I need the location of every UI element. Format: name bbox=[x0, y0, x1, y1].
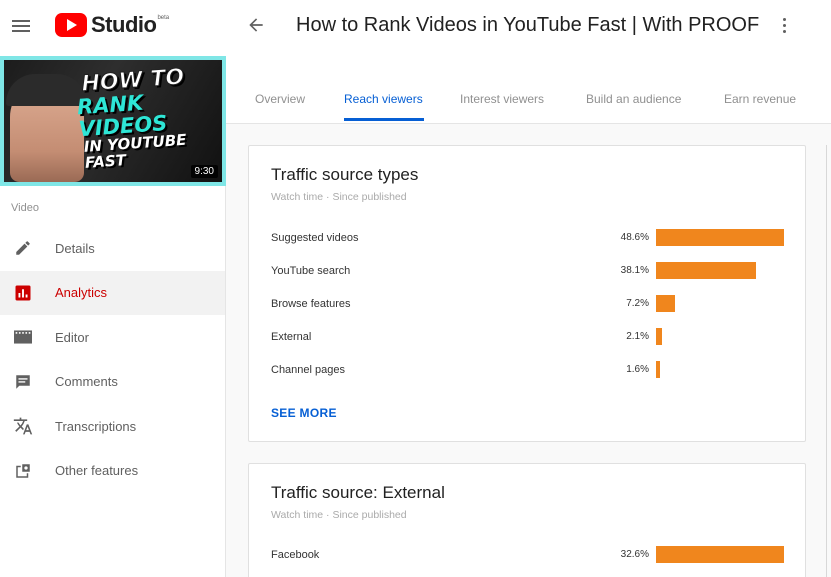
traffic-source-types-card: Traffic source types Watch time · Since … bbox=[248, 145, 806, 442]
analytics-icon bbox=[12, 282, 34, 304]
top-bar: Studio beta How to Rank Videos in YouTub… bbox=[0, 0, 831, 56]
active-tab-indicator bbox=[344, 118, 424, 121]
sidebar-item-label: Comments bbox=[55, 374, 118, 390]
sidebar-item-other-features[interactable]: Other features bbox=[0, 449, 225, 494]
sidebar-item-label: Details bbox=[55, 240, 95, 256]
tab-reach-viewers[interactable]: Reach viewers bbox=[344, 92, 423, 106]
sidebar-item-label: Transcriptions bbox=[55, 418, 137, 434]
traffic-row-label: YouTube search bbox=[271, 265, 351, 277]
tab-build-an-audience[interactable]: Build an audience bbox=[586, 92, 681, 106]
youtube-play-icon bbox=[55, 13, 87, 37]
thumbnail-cap bbox=[6, 74, 86, 106]
traffic-row-bar[interactable] bbox=[656, 262, 756, 279]
sidebar-nav: Details Analytics Editor Comments Transc… bbox=[0, 226, 225, 493]
brand-sup: beta bbox=[157, 15, 170, 21]
traffic-row-label: Browse features bbox=[271, 298, 351, 310]
traffic-row-bar[interactable] bbox=[656, 546, 784, 563]
scroll-divider bbox=[826, 145, 827, 577]
traffic-row-value: 1.6% bbox=[626, 364, 649, 375]
traffic-row-label: Suggested videos bbox=[271, 232, 359, 244]
other-features-icon bbox=[12, 460, 34, 482]
brand-name: Studio bbox=[91, 12, 157, 37]
traffic-row-value: 38.1% bbox=[620, 265, 649, 276]
traffic-row-bar[interactable] bbox=[656, 361, 660, 378]
traffic-row-bar[interactable] bbox=[656, 328, 662, 345]
tab-overview[interactable]: Overview bbox=[255, 92, 305, 106]
video-duration: 9:30 bbox=[190, 165, 218, 178]
studio-logo[interactable]: Studio beta bbox=[55, 12, 169, 38]
traffic-row-bar[interactable] bbox=[656, 229, 784, 246]
video-thumbnail[interactable]: HOW TO RANK VIDEOS IN YOUTUBE FAST 9:30 bbox=[0, 56, 226, 186]
card-title: Traffic source: External bbox=[271, 483, 445, 502]
traffic-row-value: 2.1% bbox=[626, 331, 649, 342]
traffic-row-value: 32.6% bbox=[620, 549, 649, 560]
section-label: Video bbox=[11, 202, 39, 214]
card-subtitle: Watch time · Since published bbox=[271, 191, 407, 203]
traffic-source-external-card: Traffic source: External Watch time · Si… bbox=[248, 463, 806, 577]
sidebar: HOW TO RANK VIDEOS IN YOUTUBE FAST 9:30 … bbox=[0, 56, 226, 577]
sidebar-item-details[interactable]: Details bbox=[0, 226, 225, 271]
pencil-icon bbox=[12, 237, 34, 259]
sidebar-item-label: Other features bbox=[55, 463, 139, 479]
see-more-link[interactable]: SEE MORE bbox=[271, 406, 337, 420]
sidebar-item-analytics[interactable]: Analytics bbox=[0, 270, 225, 315]
sidebar-item-label: Analytics bbox=[55, 285, 108, 301]
thumbnail-text: HOW TO RANK VIDEOS IN YOUTUBE FAST bbox=[76, 63, 222, 172]
traffic-row-bar[interactable] bbox=[656, 295, 675, 312]
comment-icon bbox=[12, 371, 34, 393]
page-title: How to Rank Videos in YouTube Fast | Wit… bbox=[296, 14, 760, 36]
menu-icon[interactable] bbox=[12, 17, 32, 33]
traffic-row-label: Channel pages bbox=[271, 364, 346, 376]
traffic-row-value: 48.6% bbox=[620, 232, 649, 243]
sidebar-item-editor[interactable]: Editor bbox=[0, 315, 225, 360]
film-icon bbox=[12, 326, 34, 348]
tab-interest-viewers[interactable]: Interest viewers bbox=[460, 92, 544, 106]
card-subtitle: Watch time · Since published bbox=[271, 509, 407, 521]
traffic-row-label: Facebook bbox=[271, 549, 320, 561]
sidebar-item-transcriptions[interactable]: Transcriptions bbox=[0, 404, 225, 449]
tab-earn-revenue[interactable]: Earn revenue bbox=[724, 92, 796, 106]
sidebar-item-label: Editor bbox=[55, 329, 89, 345]
sidebar-item-comments[interactable]: Comments bbox=[0, 360, 225, 405]
analytics-tabs: Overview Reach viewers Interest viewers … bbox=[226, 56, 831, 124]
traffic-row-value: 7.2% bbox=[626, 298, 649, 309]
more-options-icon[interactable] bbox=[778, 15, 790, 37]
back-arrow-icon[interactable] bbox=[246, 15, 266, 35]
card-title: Traffic source types bbox=[271, 165, 419, 184]
translate-icon bbox=[12, 415, 34, 437]
traffic-row-label: External bbox=[271, 331, 312, 343]
